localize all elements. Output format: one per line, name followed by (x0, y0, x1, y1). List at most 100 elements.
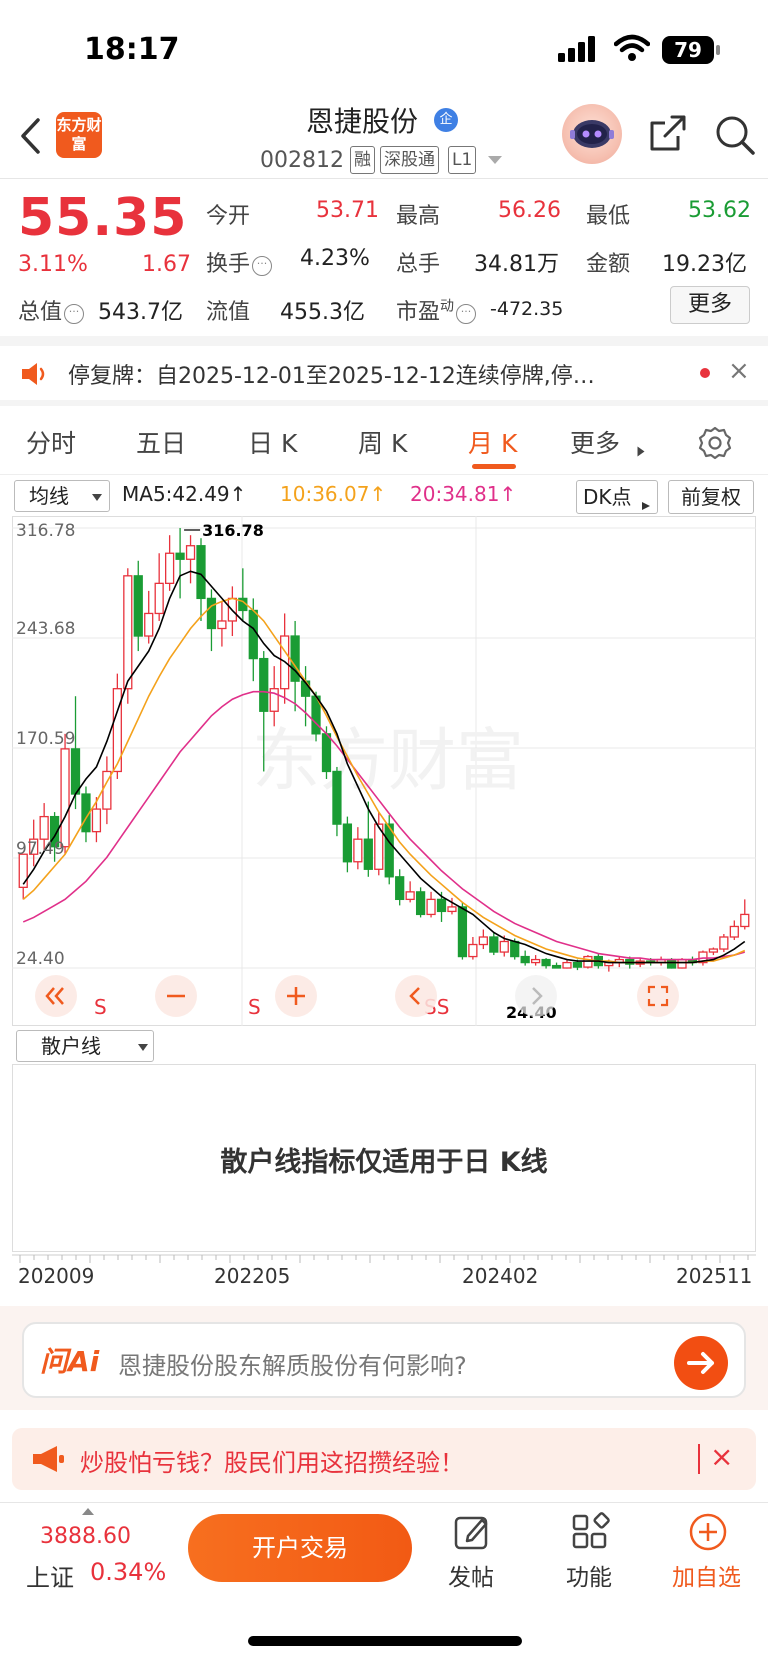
tab-intraday[interactable]: 分时 (26, 424, 76, 460)
candle-body (562, 961, 572, 969)
candle-body (248, 609, 258, 660)
promo-text[interactable]: 炒股怕亏钱？股民们用这招攒经验！ (80, 1443, 464, 1478)
low-value: 53.62 (688, 198, 751, 223)
search-icon[interactable] (714, 114, 756, 156)
index-expand-icon[interactable] (82, 1508, 94, 1515)
candle-body (60, 748, 70, 848)
change-percent: 3.11% (18, 252, 88, 277)
kline-chart[interactable]: 东方财富 316.78 243.68 170.59 97.49 24.40 316.78… (12, 516, 756, 1026)
info-icon[interactable]: ··· (252, 256, 273, 276)
robot-assistant-icon[interactable] (562, 104, 622, 164)
scroll-left-icon[interactable] (394, 974, 438, 1018)
candle-body (353, 838, 363, 863)
amount-label: 金额 (586, 252, 631, 277)
y-tick-label: 243.68 (16, 619, 75, 639)
ai-send-button[interactable] (674, 1336, 728, 1390)
time-axis (12, 1254, 756, 1263)
candle-body (708, 948, 719, 953)
index-change-percent[interactable]: 0.34% (90, 1558, 166, 1586)
candle-body (144, 612, 154, 637)
candle-body (217, 620, 227, 630)
nav-add-watchlist[interactable]: 加自选 (672, 1558, 741, 1592)
volume-label: 总手 (396, 252, 441, 277)
ai-prompt-text[interactable]: 恩捷股份股东解质股份有何影响? (118, 1346, 467, 1381)
sell-signal-label: S (248, 995, 261, 1019)
watermark: 东方财富 (252, 722, 524, 801)
x-tick-label: 202402 (462, 1264, 539, 1288)
index-name[interactable]: 上证 (26, 1558, 74, 1593)
tab-more[interactable]: 更多 (570, 424, 620, 460)
tab-more-caret-icon (637, 446, 645, 457)
retail-line-select[interactable]: 散户线 (16, 1030, 154, 1062)
index-value[interactable]: 3888.60 (40, 1524, 131, 1549)
tag-level: L1 (448, 146, 477, 174)
dk-caret-icon (642, 502, 650, 510)
y-tick-label: 316.78 (16, 521, 75, 541)
price-adjust-button[interactable]: 前复权 (668, 480, 754, 514)
speaker-icon (22, 363, 45, 385)
high-label: 最高 (396, 204, 441, 229)
candle-body (321, 733, 332, 773)
candle-body (206, 597, 217, 630)
tab-monthly[interactable]: 月 K (468, 424, 517, 460)
info-icon[interactable]: ··· (64, 304, 85, 324)
candle-body (185, 545, 196, 560)
candle-body (499, 940, 509, 953)
info-icon[interactable]: ··· (456, 304, 477, 324)
scroll-right-icon[interactable] (514, 974, 558, 1018)
suspension-notice[interactable]: 停复牌：自2025-12-01至2025-12-12连续停牌,停… (68, 358, 595, 390)
open-account-trade-button[interactable]: 开户交易 (188, 1514, 412, 1582)
tag-margin: 融 (350, 146, 375, 174)
candle-body (39, 815, 49, 840)
tag-connect: 深股通 (380, 146, 439, 174)
share-icon[interactable] (648, 114, 688, 154)
add-watchlist-icon[interactable] (688, 1512, 728, 1552)
header-divider (0, 178, 768, 179)
zoom-in-icon[interactable] (274, 974, 318, 1018)
high-value: 56.26 (498, 198, 561, 223)
candle-body (677, 958, 687, 969)
candle-body (572, 961, 583, 968)
tab-daily[interactable]: 日 K (248, 424, 297, 460)
open-label: 今开 (206, 204, 251, 229)
amount-value: 19.23亿 (662, 252, 747, 277)
scroll-left-double-icon[interactable] (34, 974, 78, 1018)
pe-value: -472.35 (490, 298, 564, 320)
candle-body (457, 906, 468, 958)
grid-apps-icon[interactable] (570, 1512, 610, 1552)
candle-body (489, 936, 499, 953)
battery-tip (716, 45, 720, 55)
megaphone-icon (33, 1446, 64, 1472)
more-button[interactable]: 更多 (670, 286, 750, 324)
x-tick-label: 202511 (676, 1264, 753, 1288)
candle-body (719, 936, 729, 950)
candle-body (415, 891, 426, 916)
float-value-label: 流值 (206, 300, 251, 325)
gear-icon[interactable] (698, 426, 732, 460)
candle-body (531, 958, 541, 964)
ma10-value: 10:36.07↑ (280, 482, 387, 506)
candle-body (666, 958, 677, 969)
status-time: 18:17 (84, 32, 180, 67)
pe-label: 市盈动 ··· (396, 294, 477, 326)
enterprise-badge: 企 (434, 108, 458, 132)
back-icon[interactable] (18, 116, 42, 156)
fullscreen-icon[interactable] (636, 974, 680, 1018)
chevron-down-icon[interactable] (488, 156, 502, 164)
candle-body (91, 808, 102, 833)
candle-body (436, 898, 447, 913)
ma20-value: 20:34.81↑ (410, 482, 517, 506)
total-value: 543.7亿 (98, 300, 183, 325)
active-tab-indicator (472, 464, 516, 469)
y-tick-label: 24.40 (16, 949, 65, 969)
notice-close-button[interactable]: × (728, 356, 750, 386)
candle-body (447, 906, 457, 913)
zoom-out-icon[interactable] (154, 974, 198, 1018)
tab-weekly[interactable]: 周 K (358, 424, 407, 460)
nav-post[interactable]: 发帖 (448, 1558, 494, 1592)
sell-signal-label: S (94, 995, 107, 1019)
promo-close-button[interactable]: × (710, 1440, 733, 1473)
nav-functions[interactable]: 功能 (566, 1558, 612, 1592)
tab-five-day[interactable]: 五日 (136, 424, 186, 460)
edit-post-icon[interactable] (452, 1512, 492, 1552)
